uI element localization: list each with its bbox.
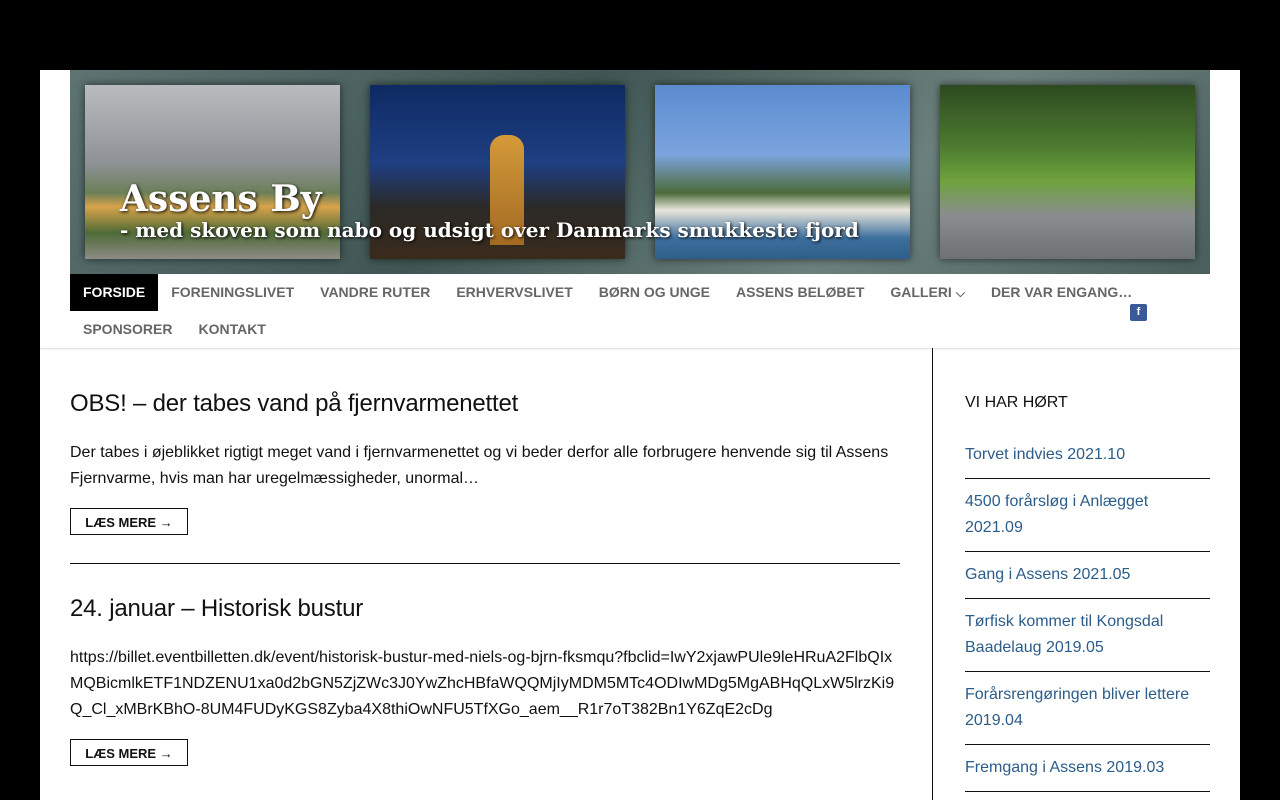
chevron-down-icon: ⌵ xyxy=(955,286,965,300)
post-divider xyxy=(70,563,900,564)
nav-item-label: ASSENS BELØBET xyxy=(736,284,865,300)
header-banner[interactable]: Assens By - med skoven som nabo og udsig… xyxy=(70,70,1210,274)
main-navigation: FORSIDE FORENINGSLIVET VANDRE RUTER ERHVERV… xyxy=(40,274,1240,349)
nav-item-label: VANDRE RUTER xyxy=(320,284,431,300)
sidebar-link[interactable]: Tørfisk kommer til Kongsdal Baadelaug 20… xyxy=(965,599,1210,672)
main-content: OBS! – der tabes vand på fjernvarmenette… xyxy=(70,348,900,800)
nav-item-foreningslivet[interactable]: FORENINGSLIVET xyxy=(158,274,307,311)
post-title[interactable]: OBS! – der tabes vand på fjernvarmenette… xyxy=(70,390,900,418)
nav-item-erhvervslivet[interactable]: ERHVERVSLIVET xyxy=(443,274,585,311)
post-item: OBS! – der tabes vand på fjernvarmenette… xyxy=(70,390,900,535)
nav-item-label: DER VAR ENGANG… xyxy=(990,284,1133,300)
read-more-button[interactable]: LÆS MERE → xyxy=(70,739,188,766)
nav-item-der-var-engang[interactable]: DER VAR ENGANG… xyxy=(978,274,1145,311)
nav-item-børn-og-unge[interactable]: BØRN OG UNGE xyxy=(586,274,723,311)
nav-item-sponsorer[interactable]: SPONSORER xyxy=(70,311,185,348)
sidebar-heading: VI HAR HØRT xyxy=(965,394,1068,411)
nav-item-label: SPONSORER xyxy=(83,321,173,337)
site-title[interactable]: Assens By xyxy=(120,178,322,220)
read-more-button[interactable]: LÆS MERE → xyxy=(70,508,188,535)
nav-item-label: GALLERI xyxy=(890,284,952,300)
nav-item-label: ERHVERVSLIVET xyxy=(456,284,573,300)
nav-item-label: BØRN OG UNGE xyxy=(598,284,711,300)
site-tagline: - med skoven som nabo og udsigt over Dan… xyxy=(120,218,859,242)
nav-item-label: FORSIDE xyxy=(83,284,146,300)
nav-row-primary: FORSIDE FORENINGSLIVET VANDRE RUTER ERHVERV… xyxy=(70,274,1145,311)
facebook-icon[interactable]: f xyxy=(1130,304,1147,321)
page-container: Assens By - med skoven som nabo og udsig… xyxy=(40,70,1240,800)
sidebar-link[interactable]: 4500 forårsløg i Anlægget 2021.09 xyxy=(965,479,1210,552)
sidebar-link[interactable]: Forårsrengøringen bliver lettere 2019.04 xyxy=(965,672,1210,745)
post-item: 24. januar – Historisk bustur https://bi… xyxy=(70,595,900,766)
sidebar-divider xyxy=(932,348,933,800)
sidebar-link[interactable]: Fremgang i Assens 2019.03 xyxy=(965,745,1210,792)
sidebar-link-list: Torvet indvies 2021.10 4500 forårsløg i … xyxy=(965,442,1210,792)
sidebar-link[interactable]: Gang i Assens 2021.05 xyxy=(965,552,1210,599)
nav-item-forside[interactable]: FORSIDE xyxy=(70,274,159,311)
post-excerpt: https://billet.eventbilletten.dk/event/h… xyxy=(70,649,895,718)
nav-item-vandre-ruter[interactable]: VANDRE RUTER xyxy=(307,274,443,311)
nav-item-galleri[interactable]: GALLERI ⌵ xyxy=(877,274,978,311)
post-title[interactable]: 24. januar – Historisk bustur xyxy=(70,595,900,623)
sidebar: VI HAR HØRT Torvet indvies 2021.10 4500 … xyxy=(965,348,1210,792)
nav-row-secondary: SPONSORER KONTAKT xyxy=(70,311,279,348)
nav-item-assens-beløbet[interactable]: ASSENS BELØBET xyxy=(723,274,877,311)
post-excerpt: Der tabes i øjeblikket rigtigt meget van… xyxy=(70,444,889,487)
nav-item-label: FORENINGSLIVET xyxy=(171,284,295,300)
nav-item-label: KONTAKT xyxy=(198,321,266,337)
sidebar-link[interactable]: Torvet indvies 2021.10 xyxy=(965,442,1210,479)
nav-item-kontakt[interactable]: KONTAKT xyxy=(185,311,278,348)
banner-photo-cyclists xyxy=(940,85,1195,259)
